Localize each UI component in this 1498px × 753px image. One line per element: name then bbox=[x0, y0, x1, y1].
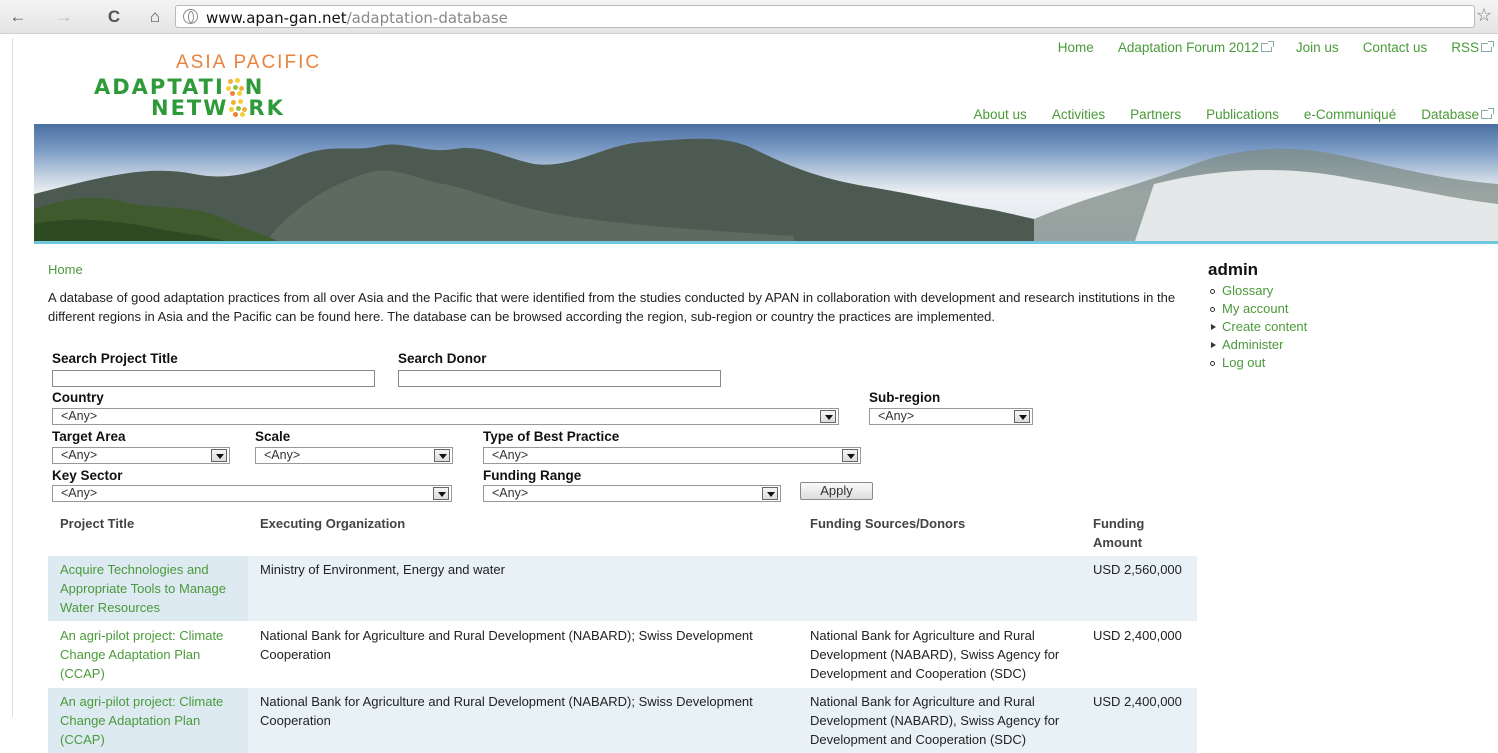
top-link-rss[interactable]: RSS bbox=[1451, 40, 1492, 55]
project-title-link[interactable]: Acquire Technologies and Appropriate Too… bbox=[60, 562, 226, 615]
table-row: An agri-pilot project: Climate Change Ad… bbox=[48, 688, 1197, 753]
logo-line-asia-pacific: ASIA PACIFIC bbox=[176, 52, 321, 74]
table-header-row: Project Title Executing Organization Fun… bbox=[48, 508, 1197, 556]
row-title-cell: An agri-pilot project: Climate Change Ad… bbox=[48, 688, 248, 753]
bookmark-star-icon[interactable]: ☆ bbox=[1476, 5, 1492, 26]
chevron-down-icon bbox=[842, 449, 858, 462]
row-amount-cell: USD 2,560,000 bbox=[1081, 556, 1197, 622]
row-org-cell: National Bank for Agriculture and Rural … bbox=[248, 622, 798, 688]
chevron-down-icon bbox=[820, 410, 836, 423]
row-title-cell: Acquire Technologies and Appropriate Too… bbox=[48, 556, 248, 622]
web-page: ASIA PACIFIC ADAPTATIN NETWRK Home Adapt… bbox=[34, 38, 1498, 717]
search-title-input[interactable] bbox=[52, 370, 375, 387]
table-row: Acquire Technologies and Appropriate Too… bbox=[48, 556, 1197, 622]
admin-menu: Glossary My account Create content Admin… bbox=[1208, 282, 1468, 372]
logo-dots-icon bbox=[228, 99, 248, 117]
circle-bullet-icon bbox=[1210, 289, 1215, 294]
search-title-label: Search Project Title bbox=[52, 351, 178, 366]
header-banner-image bbox=[34, 124, 1498, 244]
admin-sidebar: admin Glossary My account Create content… bbox=[1208, 260, 1468, 372]
intro-text: A database of good adaptation practices … bbox=[48, 288, 1183, 326]
search-donor-label: Search Donor bbox=[398, 351, 487, 366]
site-logo[interactable]: ASIA PACIFIC ADAPTATIN NETWRK bbox=[94, 50, 414, 110]
row-donors-cell bbox=[798, 556, 1081, 622]
row-donors-cell: National Bank for Agriculture and Rural … bbox=[798, 688, 1081, 753]
project-title-link[interactable]: An agri-pilot project: Climate Change Ad… bbox=[60, 628, 223, 681]
row-amount-cell: USD 2,400,000 bbox=[1081, 622, 1197, 688]
header-project-title[interactable]: Project Title bbox=[48, 508, 248, 556]
target-area-select[interactable]: <Any> bbox=[52, 447, 230, 464]
top-links: Home Adaptation Forum 2012 Join us Conta… bbox=[1058, 40, 1492, 55]
key-sector-label: Key Sector bbox=[52, 468, 123, 483]
sidebar-item-log-out[interactable]: Log out bbox=[1208, 354, 1468, 372]
country-select[interactable]: <Any> bbox=[52, 408, 839, 425]
chevron-down-icon bbox=[762, 487, 778, 500]
chevron-down-icon bbox=[211, 449, 227, 462]
top-link-contact-us[interactable]: Contact us bbox=[1363, 40, 1428, 55]
scale-label: Scale bbox=[255, 429, 290, 444]
main-nav: About us Activities Partners Publication… bbox=[974, 107, 1492, 122]
funding-range-select[interactable]: <Any> bbox=[483, 485, 781, 502]
type-select[interactable]: <Any> bbox=[483, 447, 861, 464]
nav-database[interactable]: Database bbox=[1421, 107, 1492, 122]
circle-bullet-icon bbox=[1210, 361, 1215, 366]
header-funding-amount[interactable]: Funding Amount bbox=[1081, 508, 1197, 556]
nav-activities[interactable]: Activities bbox=[1052, 107, 1105, 122]
globe-icon bbox=[183, 9, 198, 24]
chevron-down-icon bbox=[433, 487, 449, 500]
sidebar-title: admin bbox=[1208, 260, 1468, 280]
left-divider bbox=[12, 38, 13, 717]
top-link-adaptation-forum[interactable]: Adaptation Forum 2012 bbox=[1118, 40, 1272, 55]
nav-publications[interactable]: Publications bbox=[1206, 107, 1279, 122]
project-title-link[interactable]: An agri-pilot project: Climate Change Ad… bbox=[60, 694, 223, 747]
expand-arrow-icon bbox=[1211, 342, 1216, 348]
forward-arrow-icon[interactable]: → bbox=[52, 6, 76, 28]
country-label: Country bbox=[52, 390, 104, 405]
reload-icon[interactable]: C bbox=[102, 6, 126, 28]
browser-toolbar: ← → C ⌂ www.apan-gan.net/adaptation-data… bbox=[0, 0, 1498, 34]
scale-select[interactable]: <Any> bbox=[255, 447, 453, 464]
chevron-down-icon bbox=[1014, 410, 1030, 423]
breadcrumb-home[interactable]: Home bbox=[48, 262, 83, 277]
type-label: Type of Best Practice bbox=[483, 429, 619, 444]
address-bar[interactable]: www.apan-gan.net/adaptation-database bbox=[175, 5, 1475, 28]
external-link-icon bbox=[1261, 43, 1272, 52]
nav-about-us[interactable]: About us bbox=[974, 107, 1027, 122]
row-amount-cell: USD 2,400,000 bbox=[1081, 688, 1197, 753]
external-link-icon bbox=[1481, 43, 1492, 52]
header-executing-organization[interactable]: Executing Organization bbox=[248, 508, 798, 556]
row-org-cell: National Bank for Agriculture and Rural … bbox=[248, 688, 798, 753]
sidebar-item-glossary[interactable]: Glossary bbox=[1208, 282, 1468, 300]
apply-button[interactable]: Apply bbox=[800, 482, 873, 500]
row-title-cell: An agri-pilot project: Climate Change Ad… bbox=[48, 622, 248, 688]
results-table: Project Title Executing Organization Fun… bbox=[48, 508, 1197, 753]
external-link-icon bbox=[1481, 110, 1492, 119]
search-donor-input[interactable] bbox=[398, 370, 721, 387]
sidebar-item-my-account[interactable]: My account bbox=[1208, 300, 1468, 318]
subregion-label: Sub-region bbox=[869, 390, 940, 405]
key-sector-select[interactable]: <Any> bbox=[52, 485, 452, 502]
header-funding-sources[interactable]: Funding Sources/Donors bbox=[798, 508, 1081, 556]
row-org-cell: Ministry of Environment, Energy and wate… bbox=[248, 556, 798, 622]
target-area-label: Target Area bbox=[52, 429, 126, 444]
top-link-home[interactable]: Home bbox=[1058, 40, 1094, 55]
logo-dots-icon bbox=[225, 78, 245, 96]
sidebar-item-create-content[interactable]: Create content bbox=[1208, 318, 1468, 336]
circle-bullet-icon bbox=[1210, 307, 1215, 312]
logo-line-network: NETWRK bbox=[151, 96, 285, 120]
row-donors-cell: National Bank for Agriculture and Rural … bbox=[798, 622, 1081, 688]
sidebar-item-administer[interactable]: Administer bbox=[1208, 336, 1468, 354]
chevron-down-icon bbox=[434, 449, 450, 462]
address-url: www.apan-gan.net/adaptation-database bbox=[206, 9, 508, 27]
nav-partners[interactable]: Partners bbox=[1130, 107, 1181, 122]
subregion-select[interactable]: <Any> bbox=[869, 408, 1033, 425]
funding-range-label: Funding Range bbox=[483, 468, 581, 483]
back-arrow-icon[interactable]: ← bbox=[6, 6, 30, 28]
table-row: An agri-pilot project: Climate Change Ad… bbox=[48, 622, 1197, 688]
nav-e-communique[interactable]: e-Communiqué bbox=[1304, 107, 1396, 122]
expand-arrow-icon bbox=[1211, 324, 1216, 330]
top-link-join-us[interactable]: Join us bbox=[1296, 40, 1339, 55]
home-icon[interactable]: ⌂ bbox=[143, 6, 167, 28]
